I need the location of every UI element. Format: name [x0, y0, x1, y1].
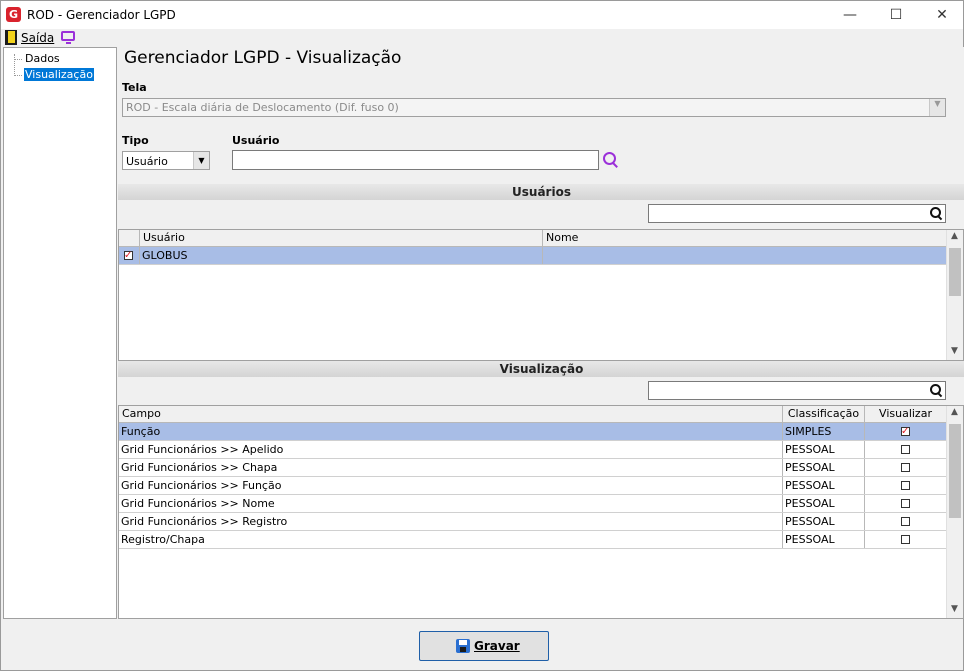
save-button[interactable]: Gravar	[419, 631, 549, 661]
monitor-icon[interactable]	[61, 31, 75, 44]
cell-usuario: GLOBUS	[140, 247, 543, 264]
maximize-button[interactable]: ☐	[873, 1, 919, 29]
table-row[interactable]: GLOBUS	[119, 247, 947, 265]
cell-classificacao: PESSOAL	[783, 495, 865, 512]
view-header-campo[interactable]: Campo	[119, 406, 783, 423]
tela-combobox[interactable]: ROD - Escala diária de Deslocamento (Dif…	[122, 98, 946, 117]
users-search-input[interactable]	[648, 204, 946, 223]
exit-door-icon[interactable]	[5, 30, 17, 45]
cell-nome	[543, 247, 947, 264]
app-window: G ROD - Gerenciador LGPD — ☐ ✕ Saída Dad…	[0, 0, 964, 671]
cell-campo: Registro/Chapa	[119, 531, 783, 548]
page-title: Gerenciador LGPD - Visualização	[124, 48, 402, 68]
view-grid: Campo Classificação Visualizar Função SIM…	[118, 405, 964, 619]
scrollbar-thumb[interactable]	[949, 424, 961, 518]
floppy-disk-icon	[456, 639, 470, 653]
cell-classificacao: PESSOAL	[783, 531, 865, 548]
tree-line	[14, 75, 22, 76]
cell-visualizar	[865, 477, 947, 494]
menu-bar: Saída	[1, 29, 963, 47]
table-row[interactable]: Grid Funcionários >> Função PESSOAL	[119, 477, 947, 495]
cell-campo: Grid Funcionários >> Registro	[119, 513, 783, 530]
cell-visualizar	[865, 531, 947, 548]
view-header-classificacao[interactable]: Classificação	[783, 406, 865, 423]
cell-visualizar	[865, 459, 947, 476]
tree-line	[14, 59, 22, 60]
chevron-down-icon[interactable]: ▼	[193, 152, 209, 169]
save-button-label: Gravar	[474, 639, 520, 653]
cell-visualizar	[865, 495, 947, 512]
visualizar-checkbox[interactable]	[901, 499, 910, 508]
chevron-down-icon[interactable]: ▼	[929, 99, 945, 116]
users-vertical-scrollbar[interactable]: ▲ ▼	[946, 230, 963, 360]
tela-value: ROD - Escala diária de Deslocamento (Dif…	[126, 101, 399, 114]
navigation-tree: Dados Visualização	[3, 47, 117, 619]
visualizar-checkbox[interactable]	[901, 481, 910, 490]
view-search-input[interactable]	[648, 381, 946, 400]
users-header-usuario[interactable]: Usuário	[140, 230, 543, 247]
close-button[interactable]: ✕	[919, 1, 964, 29]
table-row[interactable]: Grid Funcionários >> Chapa PESSOAL	[119, 459, 947, 477]
tree-item-dados[interactable]: Dados	[24, 52, 61, 65]
users-section-header: Usuários	[118, 184, 964, 200]
cell-visualizar	[865, 423, 947, 440]
users-header-nome[interactable]: Nome	[543, 230, 948, 247]
cell-classificacao: PESSOAL	[783, 513, 865, 530]
scroll-down-icon[interactable]: ▼	[951, 346, 958, 356]
scroll-up-icon[interactable]: ▲	[951, 231, 958, 241]
users-grid: Usuário Nome GLOBUS ▲ ▼	[118, 229, 964, 361]
usuario-input[interactable]	[232, 150, 599, 170]
cell-classificacao: SIMPLES	[783, 423, 865, 440]
table-row[interactable]: Função SIMPLES	[119, 423, 947, 441]
scrollbar-thumb[interactable]	[949, 248, 961, 296]
search-icon[interactable]	[930, 207, 943, 221]
cell-visualizar	[865, 513, 947, 530]
scroll-down-icon[interactable]: ▼	[951, 604, 958, 614]
visualizar-checkbox[interactable]	[901, 423, 910, 440]
title-bar: G ROD - Gerenciador LGPD — ☐ ✕	[1, 1, 963, 29]
main-content: Gerenciador LGPD - Visualização Tela ROD…	[118, 47, 964, 619]
scroll-up-icon[interactable]: ▲	[951, 407, 958, 417]
visualizar-checkbox[interactable]	[901, 517, 910, 526]
cell-campo: Função	[119, 423, 783, 440]
usuario-label: Usuário	[232, 134, 280, 147]
exit-menu-item[interactable]: Saída	[21, 31, 54, 45]
users-header-checkbox-col	[119, 230, 140, 247]
visualizar-checkbox[interactable]	[901, 535, 910, 544]
cell-visualizar	[865, 441, 947, 458]
tree-item-visualizacao[interactable]: Visualização	[24, 68, 94, 81]
minimize-button[interactable]: —	[827, 1, 873, 29]
table-row[interactable]: Grid Funcionários >> Registro PESSOAL	[119, 513, 947, 531]
visualizar-checkbox[interactable]	[901, 463, 910, 472]
cell-campo: Grid Funcionários >> Chapa	[119, 459, 783, 476]
cell-campo: Grid Funcionários >> Apelido	[119, 441, 783, 458]
cell-campo: Grid Funcionários >> Nome	[119, 495, 783, 512]
tipo-value: Usuário	[126, 155, 168, 168]
view-vertical-scrollbar[interactable]: ▲ ▼	[946, 406, 963, 618]
row-checkbox[interactable]	[124, 247, 133, 264]
tela-label: Tela	[122, 81, 147, 94]
table-row[interactable]: Registro/Chapa PESSOAL	[119, 531, 947, 549]
table-row[interactable]: Grid Funcionários >> Apelido PESSOAL	[119, 441, 947, 459]
row-checkbox-cell	[119, 247, 140, 264]
window-title: ROD - Gerenciador LGPD	[27, 8, 176, 22]
cell-classificacao: PESSOAL	[783, 459, 865, 476]
view-section-header: Visualização	[118, 361, 964, 377]
tipo-select[interactable]: Usuário ▼	[122, 151, 210, 170]
cell-classificacao: PESSOAL	[783, 441, 865, 458]
view-header-visualizar[interactable]: Visualizar	[865, 406, 947, 423]
tree-line	[14, 54, 16, 76]
table-row[interactable]: Grid Funcionários >> Nome PESSOAL	[119, 495, 947, 513]
cell-classificacao: PESSOAL	[783, 477, 865, 494]
app-logo-icon: G	[6, 7, 21, 22]
visualizar-checkbox[interactable]	[901, 445, 910, 454]
search-icon[interactable]	[603, 152, 621, 170]
tipo-label: Tipo	[122, 134, 149, 147]
cell-campo: Grid Funcionários >> Função	[119, 477, 783, 494]
search-icon[interactable]	[930, 384, 943, 398]
